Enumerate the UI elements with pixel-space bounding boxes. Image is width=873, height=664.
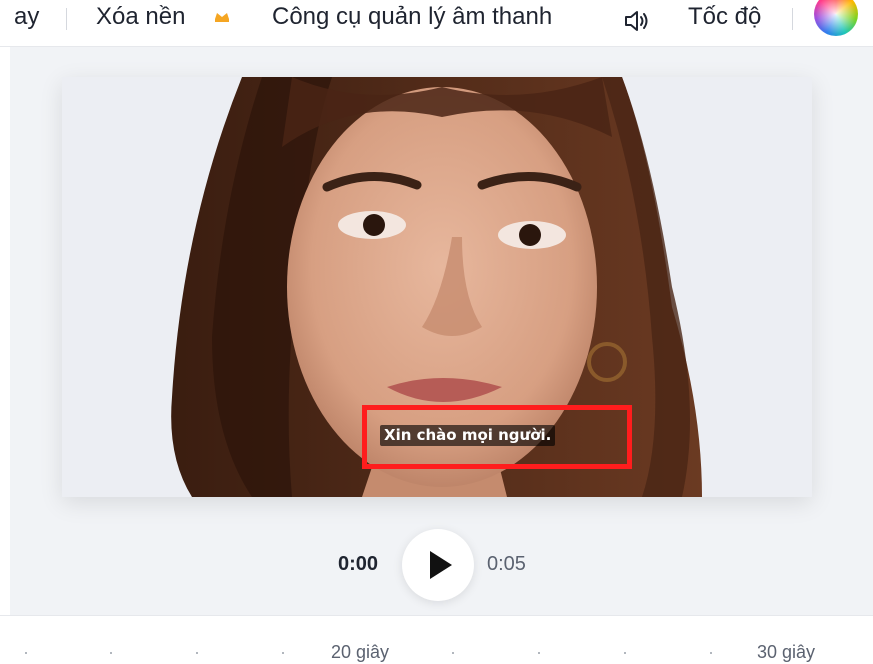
speed-button[interactable]: Tốc độ [688, 0, 761, 36]
timeline-label-20s: 20 giây [331, 642, 390, 662]
tick-dot [710, 652, 712, 654]
playback-controls: 0:00 0:05 [10, 525, 873, 605]
speaker-voice-icon[interactable] [622, 6, 652, 36]
subtitle-caption[interactable]: Xin chào mọi người. [380, 425, 556, 446]
duration-time: 0:05 [487, 553, 526, 575]
crown-icon [215, 13, 229, 22]
color-wheel-icon[interactable] [814, 0, 858, 36]
play-icon [430, 551, 452, 579]
tick-dot [25, 652, 27, 654]
toolbar-divider [792, 8, 793, 30]
tick-dot [282, 652, 284, 654]
toolbar-divider [66, 8, 67, 30]
editor-toolbar: ay Xóa nền Công cụ quản lý âm thanh Tốc … [0, 0, 873, 47]
play-button[interactable] [402, 529, 474, 601]
video-preview[interactable]: Xin chào mọi người. [62, 77, 812, 497]
remove-background-button[interactable]: Xóa nền [96, 0, 185, 36]
timeline-ruler[interactable]: 20 giây 30 giây [0, 615, 873, 664]
tick-dot [624, 652, 626, 654]
editor-canvas-area: Xin chào mọi người. 0:00 0:05 [10, 47, 873, 615]
timeline-label-30s: 30 giây [757, 642, 816, 662]
current-time: 0:00 [338, 553, 379, 575]
tick-dot [538, 652, 540, 654]
audio-tools-button[interactable]: Công cụ quản lý âm thanh [272, 0, 552, 36]
tick-dot [452, 652, 454, 654]
tick-dot [196, 652, 198, 654]
toolbar-item-partial[interactable]: ay [14, 0, 39, 36]
tick-dot [110, 652, 112, 654]
